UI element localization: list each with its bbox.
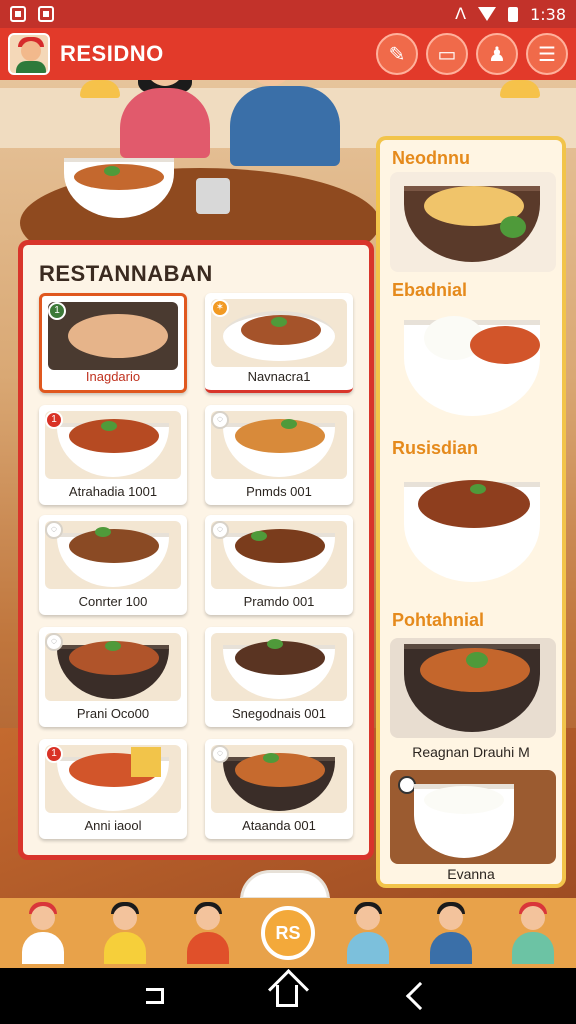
badge-icon: ✶ (211, 299, 229, 317)
featured-dish-4[interactable] (390, 638, 556, 738)
center-action-label: RS (275, 922, 301, 943)
dish-image (45, 411, 181, 479)
character-6[interactable] (504, 902, 562, 964)
featured-dish-5[interactable] (390, 770, 556, 864)
menu-card-10[interactable]: ◌ Ataanda 001 (205, 739, 353, 839)
character-3[interactable] (179, 902, 237, 964)
menu-card-8[interactable]: Snegodnais 001 (205, 627, 353, 727)
battery-icon (508, 6, 519, 22)
lamp-icon (500, 80, 540, 98)
menu-panel: RESTANNABAN 1 Inagdario ✶ Navnacra1 1 At… (18, 240, 374, 860)
menu-card-4[interactable]: ◌ Pnmds 001 (205, 405, 353, 505)
menu-card-label: Anni iaool (84, 818, 142, 833)
featured-dish-1[interactable] (390, 172, 556, 272)
clock: 1:38 (530, 4, 566, 24)
dish-image (45, 745, 181, 813)
chat-button[interactable]: ✎ (376, 33, 418, 75)
character-bar: RS (0, 898, 576, 968)
status-bar: ᐱ 1:38 (0, 0, 576, 28)
dish-image (45, 521, 181, 589)
menu-card-label: Ataanda 001 (242, 818, 316, 833)
home-icon[interactable] (276, 985, 298, 1007)
app-icon (38, 6, 54, 22)
dish-image (211, 411, 347, 479)
menu-card-label: Atrahadia 1001 (68, 484, 158, 499)
character-1[interactable] (14, 902, 72, 964)
menu-icon: ☰ (538, 43, 556, 66)
menu-title: RESTANNABAN (39, 261, 213, 286)
ticket-icon: ▭ (437, 43, 457, 66)
vibrate-icon: ᐱ (455, 6, 467, 23)
profile-button[interactable]: ♟ (476, 33, 518, 75)
wifi-icon (478, 7, 497, 21)
dish-image (211, 521, 347, 589)
featured-title-2: Ebadnial (392, 280, 468, 300)
recent-apps-icon[interactable] (146, 988, 164, 1004)
character-5[interactable] (422, 902, 480, 964)
menu-card-label: Snegodnais 001 (232, 706, 326, 721)
system-nav-bar (0, 968, 576, 1024)
featured-dish-2[interactable] (390, 304, 556, 424)
badge-icon: 1 (45, 411, 63, 429)
chat-icon: ✎ (388, 43, 406, 66)
drink-cup (196, 178, 230, 214)
featured-title-4: Pohtahnial (392, 610, 485, 630)
chef-logo-icon[interactable] (8, 33, 50, 75)
back-icon[interactable] (405, 981, 435, 1011)
character-2[interactable] (96, 902, 154, 964)
menu-card-label: Conrter 100 (78, 594, 148, 609)
menu-card-label: Inagdario (85, 369, 141, 384)
badge-icon: ◌ (211, 745, 229, 763)
menu-card-label: Pramdo 001 (243, 594, 315, 609)
ticket-button[interactable]: ▭ (426, 33, 468, 75)
center-action-button[interactable]: RS (260, 906, 315, 960)
app-title: RESIDNO (60, 41, 164, 66)
menu-card-6[interactable]: ◌ Pramdo 001 (205, 515, 353, 615)
featured-title-1: Neodnnu (392, 148, 470, 168)
menu-card-5[interactable]: ◌ Conrter 100 (39, 515, 187, 615)
menu-card-9[interactable]: 1 Anni iaool (39, 739, 187, 839)
featured-panel: Neodnnu Ebadnial Rusisdian Pohtahnial Re… (376, 136, 566, 888)
app-icon (10, 6, 26, 22)
menu-card-7[interactable]: ◌ Prani Oco00 (39, 627, 187, 727)
menu-card-label: Pnmds 001 (246, 484, 312, 499)
badge-icon: ◌ (211, 411, 229, 429)
badge-icon: ◌ (211, 521, 229, 539)
dish-image (211, 299, 347, 367)
featured-title-3: Rusisdian (392, 438, 479, 458)
menu-card-label: Prani Oco00 (76, 706, 150, 721)
floor-bowl (240, 870, 330, 898)
badge-icon: 1 (45, 745, 63, 763)
featured-caption-4: Reagnan Drauhi M (412, 744, 530, 760)
dish-image (48, 302, 178, 370)
menu-button[interactable]: ☰ (526, 33, 568, 75)
featured-caption-5: Evanna (447, 866, 495, 882)
dish-image (45, 633, 181, 701)
dish-image (211, 633, 347, 701)
menu-card-2[interactable]: ✶ Navnacra1 (205, 293, 353, 393)
badge-icon: ◌ (45, 633, 63, 651)
featured-dish-3[interactable] (390, 462, 556, 592)
menu-card-label: Navnacra1 (247, 369, 311, 384)
badge-icon: 1 (48, 302, 66, 320)
profile-icon: ♟ (488, 43, 506, 66)
lamp-icon (80, 80, 120, 98)
character-4[interactable] (339, 902, 397, 964)
header-bar: RESIDNO ✎ ▭ ♟ ☰ (0, 28, 576, 80)
badge-icon: ◌ (45, 521, 63, 539)
dish-image (211, 745, 347, 813)
menu-card-1[interactable]: 1 Inagdario (39, 293, 187, 393)
menu-card-3[interactable]: 1 Atrahadia 1001 (39, 405, 187, 505)
